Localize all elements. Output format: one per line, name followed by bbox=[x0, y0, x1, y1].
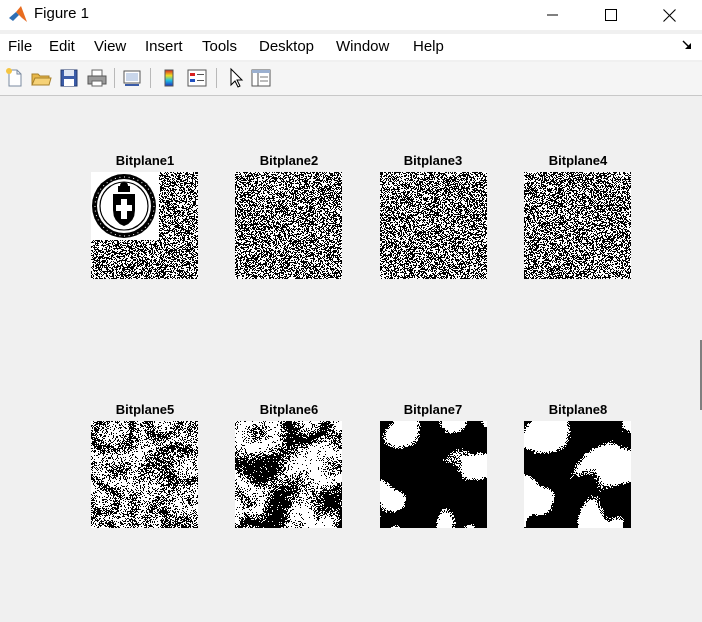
bitplane-canvas bbox=[380, 172, 487, 279]
bitplane-canvas bbox=[235, 172, 342, 279]
menu-edit[interactable]: Edit bbox=[49, 38, 75, 55]
subplot-title-1: Bitplane1 bbox=[115, 153, 175, 168]
menu-tools[interactable]: Tools bbox=[202, 38, 237, 55]
link-plot-icon[interactable] bbox=[121, 67, 143, 89]
subplot-title-3: Bitplane3 bbox=[403, 153, 463, 168]
bitplane-canvas bbox=[91, 172, 198, 279]
subplot-title-5: Bitplane5 bbox=[115, 402, 175, 417]
close-button[interactable] bbox=[640, 0, 698, 30]
subplot-title-4: Bitplane4 bbox=[548, 153, 608, 168]
menu-help[interactable]: Help bbox=[413, 38, 444, 55]
menu-desktop[interactable]: Desktop bbox=[259, 38, 314, 55]
open-file-icon[interactable] bbox=[30, 67, 52, 89]
bitplane-canvas bbox=[235, 421, 342, 528]
toolbar-separator bbox=[114, 68, 115, 88]
insert-colorbar-icon[interactable] bbox=[158, 67, 180, 89]
toolbar-separator bbox=[216, 68, 217, 88]
maximize-button[interactable] bbox=[582, 0, 640, 30]
bitplane-image-2[interactable] bbox=[235, 172, 342, 279]
figure-toolbar bbox=[0, 62, 702, 96]
save-icon[interactable] bbox=[58, 67, 80, 89]
property-inspector-icon[interactable] bbox=[250, 67, 272, 89]
dock-figure-icon[interactable] bbox=[682, 40, 692, 50]
bitplane-image-8[interactable] bbox=[524, 421, 631, 528]
menu-view[interactable]: View bbox=[94, 38, 126, 55]
matlab-logo-icon bbox=[9, 6, 27, 22]
menu-window[interactable]: Window bbox=[336, 38, 389, 55]
close-icon bbox=[662, 8, 676, 22]
title-bar: Figure 1 bbox=[0, 0, 702, 30]
subplot-title-8: Bitplane8 bbox=[548, 402, 608, 417]
subplot-title-6: Bitplane6 bbox=[259, 402, 319, 417]
bitplane-image-4[interactable] bbox=[524, 172, 631, 279]
subplot-title-7: Bitplane7 bbox=[403, 402, 463, 417]
bitplane-image-1[interactable] bbox=[91, 172, 198, 279]
menu-insert[interactable]: Insert bbox=[145, 38, 183, 55]
bitplane-image-6[interactable] bbox=[235, 421, 342, 528]
figure-window: Figure 1 File Edit View Insert Tools Des… bbox=[0, 0, 702, 622]
toolbar-separator bbox=[150, 68, 151, 88]
bitplane-canvas bbox=[524, 172, 631, 279]
edit-plot-icon[interactable] bbox=[224, 67, 246, 89]
print-icon[interactable] bbox=[86, 67, 108, 89]
bitplane-canvas bbox=[380, 421, 487, 528]
bitplane-canvas bbox=[91, 421, 198, 528]
menu-bar: File Edit View Insert Tools Desktop Wind… bbox=[0, 34, 702, 60]
insert-legend-icon[interactable] bbox=[186, 67, 208, 89]
bitplane-image-5[interactable] bbox=[91, 421, 198, 528]
figure-canvas: Bitplane1 Bitplane2 Bitplane3 Bitplane4 … bbox=[0, 96, 702, 622]
bitplane-image-3[interactable] bbox=[380, 172, 487, 279]
minimize-button[interactable] bbox=[524, 0, 582, 30]
maximize-icon bbox=[605, 9, 617, 21]
subplot-title-2: Bitplane2 bbox=[259, 153, 319, 168]
bitplane-image-7[interactable] bbox=[380, 421, 487, 528]
window-title: Figure 1 bbox=[34, 5, 90, 22]
new-figure-icon[interactable] bbox=[4, 67, 26, 89]
bitplane-canvas bbox=[524, 421, 631, 528]
minimize-icon bbox=[547, 14, 558, 16]
menu-file[interactable]: File bbox=[8, 38, 32, 55]
